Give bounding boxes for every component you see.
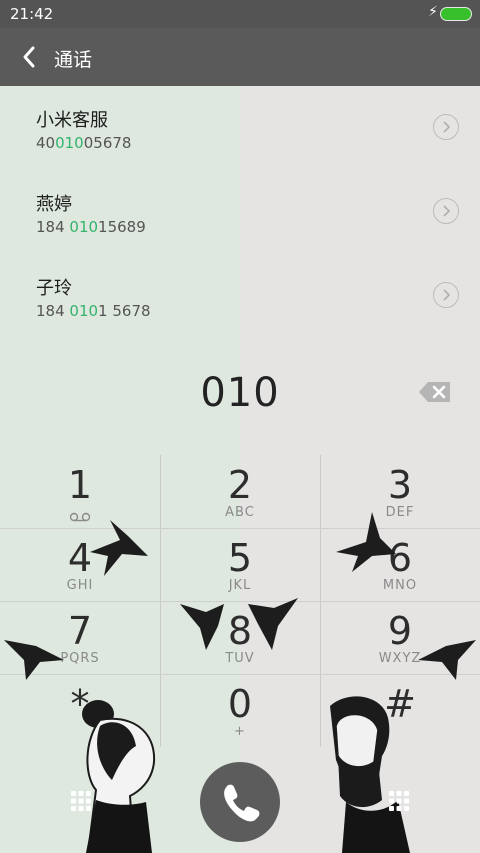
status-bar: 21:42 ⚡ <box>0 0 480 28</box>
chevron-right-icon <box>443 205 451 217</box>
contact-row[interactable]: 燕婷 184 01015689 <box>0 170 480 254</box>
man-silhouette <box>330 696 410 853</box>
back-button[interactable] <box>18 42 44 72</box>
dialpad-icon-right[interactable] <box>388 790 410 812</box>
contact-number: 4001005678 <box>36 134 132 152</box>
charging-icon: ⚡ <box>428 4 438 20</box>
battery-icon <box>440 7 472 21</box>
swallow-icon <box>180 598 298 650</box>
dialpad-icon <box>71 791 91 811</box>
contact-number: 184 0101 5678 <box>36 302 151 320</box>
page-title: 通话 <box>54 49 93 71</box>
status-time: 21:42 <box>10 5 54 23</box>
call-button[interactable] <box>200 762 280 842</box>
contact-name: 子玲 <box>36 278 72 299</box>
dial-display: 010 <box>0 360 480 430</box>
contact-name: 燕婷 <box>36 194 72 215</box>
chevron-right-icon <box>443 289 451 301</box>
chevron-left-icon <box>23 46 35 68</box>
contact-detail-button[interactable] <box>433 198 459 224</box>
backspace-icon <box>419 382 450 402</box>
swallow-icon <box>90 520 148 576</box>
dialpad-icon <box>389 791 409 811</box>
contact-number: 184 01015689 <box>36 218 146 236</box>
backspace-button[interactable] <box>418 380 452 404</box>
contact-name: 小米客服 <box>36 110 108 131</box>
dialpad-toggle-button[interactable] <box>70 790 92 812</box>
contact-detail-button[interactable] <box>433 282 459 308</box>
contact-row[interactable]: 小米客服 4001005678 <box>0 86 480 170</box>
dialed-number[interactable]: 010 <box>0 370 480 416</box>
swallow-icon <box>336 512 396 572</box>
chevron-right-icon <box>443 121 451 133</box>
swallow-icon <box>4 640 476 680</box>
contact-row[interactable]: 子玲 184 0101 5678 <box>0 254 480 338</box>
app-header: 通话 <box>0 28 480 86</box>
phone-icon <box>224 784 260 822</box>
contact-detail-button[interactable] <box>433 114 459 140</box>
woman-silhouette <box>82 700 156 853</box>
